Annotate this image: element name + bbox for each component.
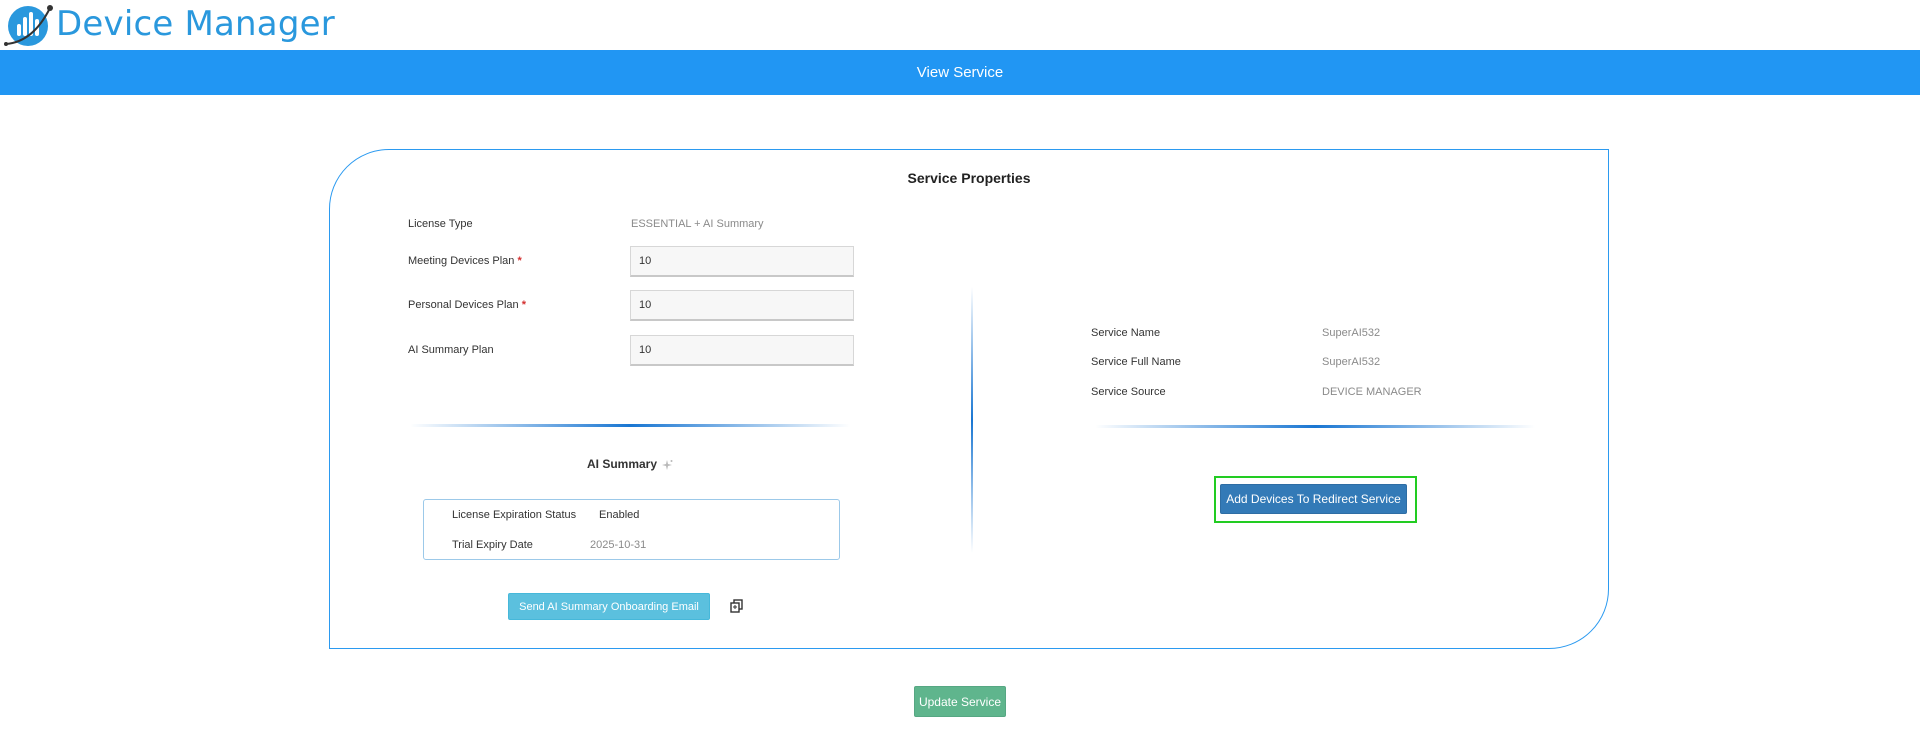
service-properties-card: Service Properties [329, 149, 1609, 649]
copy-icon[interactable] [729, 598, 745, 614]
trial-expiry-date-label: Trial Expiry Date [452, 539, 533, 551]
personal-devices-plan-input[interactable]: 10 [630, 290, 854, 321]
service-source-label: Service Source [1091, 386, 1166, 398]
service-full-name-value: SuperAI532 [1322, 356, 1381, 368]
add-devices-to-redirect-service-button[interactable]: Add Devices To Redirect Service [1220, 484, 1407, 514]
service-name-label: Service Name [1091, 327, 1161, 339]
trial-expiry-date-value: 2025-10-31 [590, 539, 647, 551]
card-title: Service Properties [907, 170, 1031, 186]
ai-summary-plan-label: AI Summary Plan [408, 344, 494, 356]
send-ai-summary-onboarding-email-button[interactable]: Send AI Summary Onboarding Email [508, 593, 710, 620]
app-title: Device Manager [56, 4, 335, 44]
license-type-value: ESSENTIAL + AI Summary [631, 218, 764, 230]
service-name-value: SuperAI532 [1322, 327, 1381, 339]
right-section-divider [1095, 425, 1535, 428]
personal-devices-plan-label: Personal Devices Plan * [408, 299, 526, 311]
ai-summary-title: AI Summary [587, 457, 658, 471]
meeting-devices-plan-label: Meeting Devices Plan * [408, 255, 522, 267]
meeting-devices-plan-label-text: Meeting Devices Plan [408, 255, 515, 267]
license-expiration-status-value: Enabled [599, 509, 640, 521]
column-divider [971, 287, 973, 553]
device-manager-logo-icon[interactable] [3, 2, 53, 49]
app-header: Device Manager [0, 0, 1920, 50]
meeting-devices-plan-input[interactable]: 10 [630, 246, 854, 277]
sparkle-icon [662, 460, 673, 470]
ai-summary-plan-input[interactable]: 10 [630, 335, 854, 366]
update-service-button[interactable]: Update Service [914, 686, 1006, 717]
license-type-label: License Type [408, 218, 473, 230]
service-source-value: DEVICE MANAGER [1322, 386, 1422, 398]
service-full-name-label: Service Full Name [1091, 356, 1181, 368]
personal-devices-plan-label-text: Personal Devices Plan [408, 299, 519, 311]
page-title: View Service [916, 64, 1004, 81]
page-title-bar: View Service [0, 50, 1920, 95]
license-expiration-status-label: License Expiration Status [452, 509, 577, 521]
required-marker: * [521, 299, 527, 311]
required-marker: * [517, 255, 522, 267]
left-section-divider [410, 424, 850, 427]
